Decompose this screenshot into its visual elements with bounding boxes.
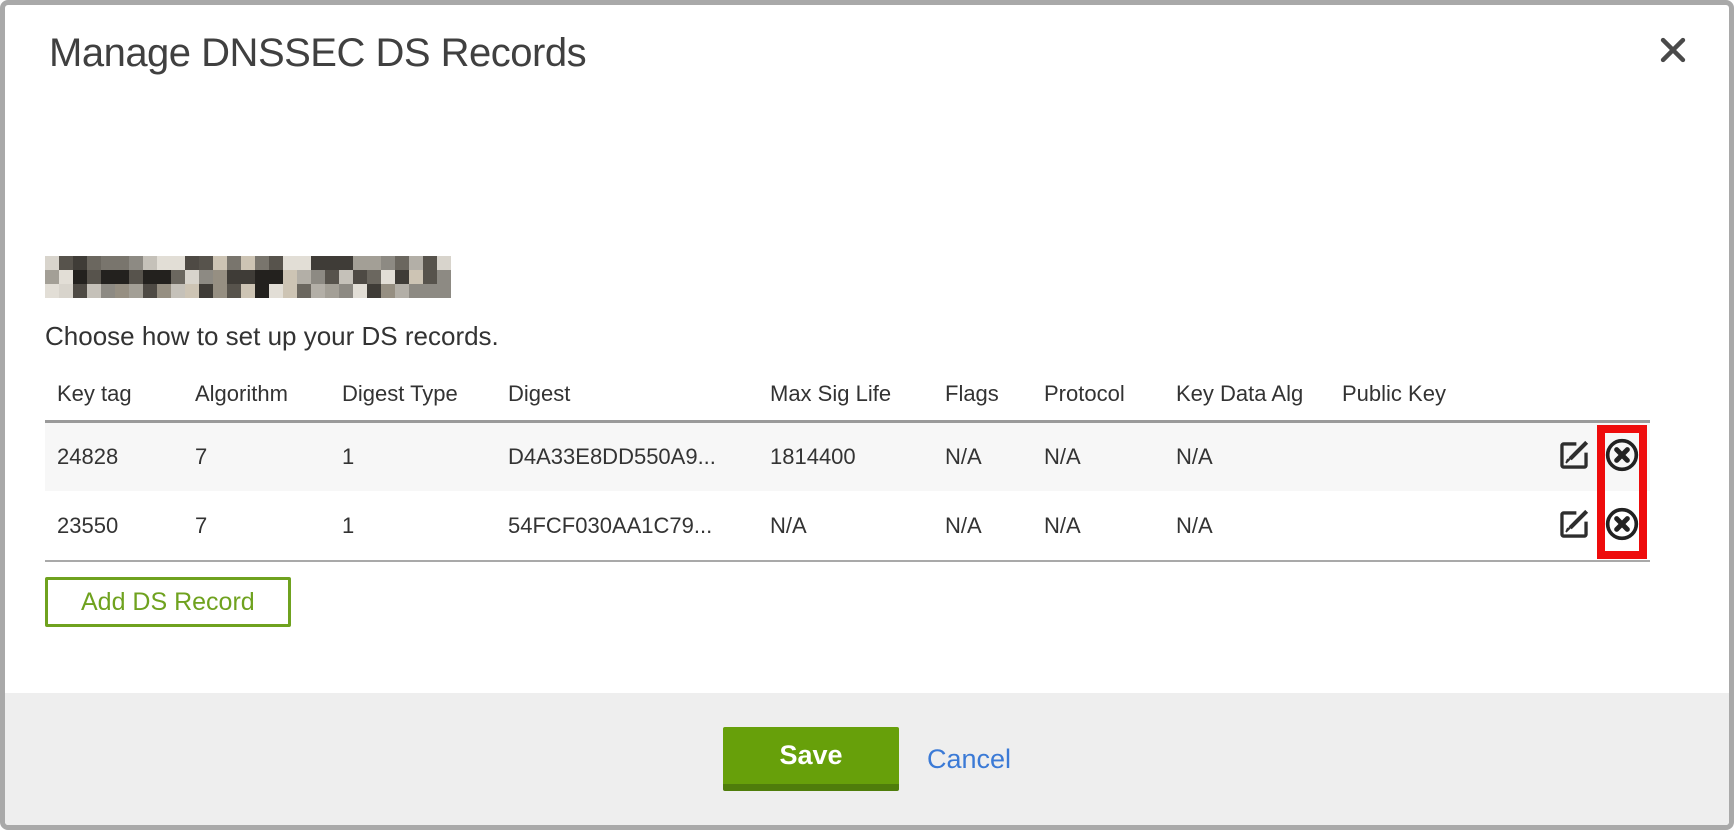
add-ds-record-button[interactable]: Add DS Record <box>45 577 291 627</box>
cell-actions <box>1550 421 1650 491</box>
delete-record-button[interactable] <box>1602 437 1642 477</box>
edit-record-button[interactable] <box>1554 437 1594 477</box>
ds-record-row: 2482871D4A33E8DD550A9...1814400N/AN/AN/A <box>45 421 1650 491</box>
column-header-digest-type: Digest Type <box>330 369 496 421</box>
ds-records-table-wrap: Key tagAlgorithmDigest TypeDigestMax Sig… <box>45 369 1650 562</box>
cell-public-key <box>1330 491 1550 561</box>
cell-digest: 54FCF030AA1C79... <box>496 491 758 561</box>
ds-records-table: Key tagAlgorithmDigest TypeDigestMax Sig… <box>45 369 1650 562</box>
edit-record-button[interactable] <box>1554 506 1594 546</box>
cell-algorithm: 7 <box>183 491 330 561</box>
delete-circle-icon <box>1602 504 1642 547</box>
cell-public-key <box>1330 421 1550 491</box>
cell-algorithm: 7 <box>183 421 330 491</box>
dialog-footer: Save Cancel <box>5 693 1729 825</box>
cell-actions <box>1550 491 1650 561</box>
dialog-title: Manage DNSSEC DS Records <box>49 31 586 76</box>
cell-digest-type: 1 <box>330 421 496 491</box>
column-header-algorithm: Algorithm <box>183 369 330 421</box>
cell-flags: N/A <box>933 491 1032 561</box>
cell-flags: N/A <box>933 421 1032 491</box>
instruction-text: Choose how to set up your DS records. <box>45 321 499 352</box>
cell-key-data-alg: N/A <box>1164 421 1330 491</box>
cell-digest: D4A33E8DD550A9... <box>496 421 758 491</box>
close-button[interactable] <box>1653 31 1693 71</box>
cell-key-tag: 23550 <box>45 491 183 561</box>
ds-record-row: 235507154FCF030AA1C79...N/AN/AN/AN/A <box>45 491 1650 561</box>
cell-max-sig-life: N/A <box>758 491 933 561</box>
column-header-key-tag: Key tag <box>45 369 183 421</box>
edit-icon <box>1555 505 1593 546</box>
redacted-domain-name <box>45 256 451 298</box>
column-header-protocol: Protocol <box>1032 369 1164 421</box>
table-header-row: Key tagAlgorithmDigest TypeDigestMax Sig… <box>45 369 1650 421</box>
cell-digest-type: 1 <box>330 491 496 561</box>
manage-dnssec-dialog: Manage DNSSEC DS Records Choose how to s… <box>0 0 1734 830</box>
delete-circle-icon <box>1602 435 1642 478</box>
cell-max-sig-life: 1814400 <box>758 421 933 491</box>
delete-record-button[interactable] <box>1602 506 1642 546</box>
close-icon <box>1656 55 1690 70</box>
edit-icon <box>1555 436 1593 477</box>
column-header-key-data-alg: Key Data Alg <box>1164 369 1330 421</box>
cell-protocol: N/A <box>1032 421 1164 491</box>
cell-protocol: N/A <box>1032 491 1164 561</box>
column-header-digest: Digest <box>496 369 758 421</box>
cell-key-data-alg: N/A <box>1164 491 1330 561</box>
column-header-max-sig-life: Max Sig Life <box>758 369 933 421</box>
column-header-public-key: Public Key <box>1330 369 1550 421</box>
save-button[interactable]: Save <box>723 727 899 791</box>
column-header-flags: Flags <box>933 369 1032 421</box>
cell-key-tag: 24828 <box>45 421 183 491</box>
screenshot-canvas: Manage DNSSEC DS Records Choose how to s… <box>0 0 1734 830</box>
cancel-link[interactable]: Cancel <box>927 744 1011 775</box>
column-header-actions <box>1550 369 1650 421</box>
